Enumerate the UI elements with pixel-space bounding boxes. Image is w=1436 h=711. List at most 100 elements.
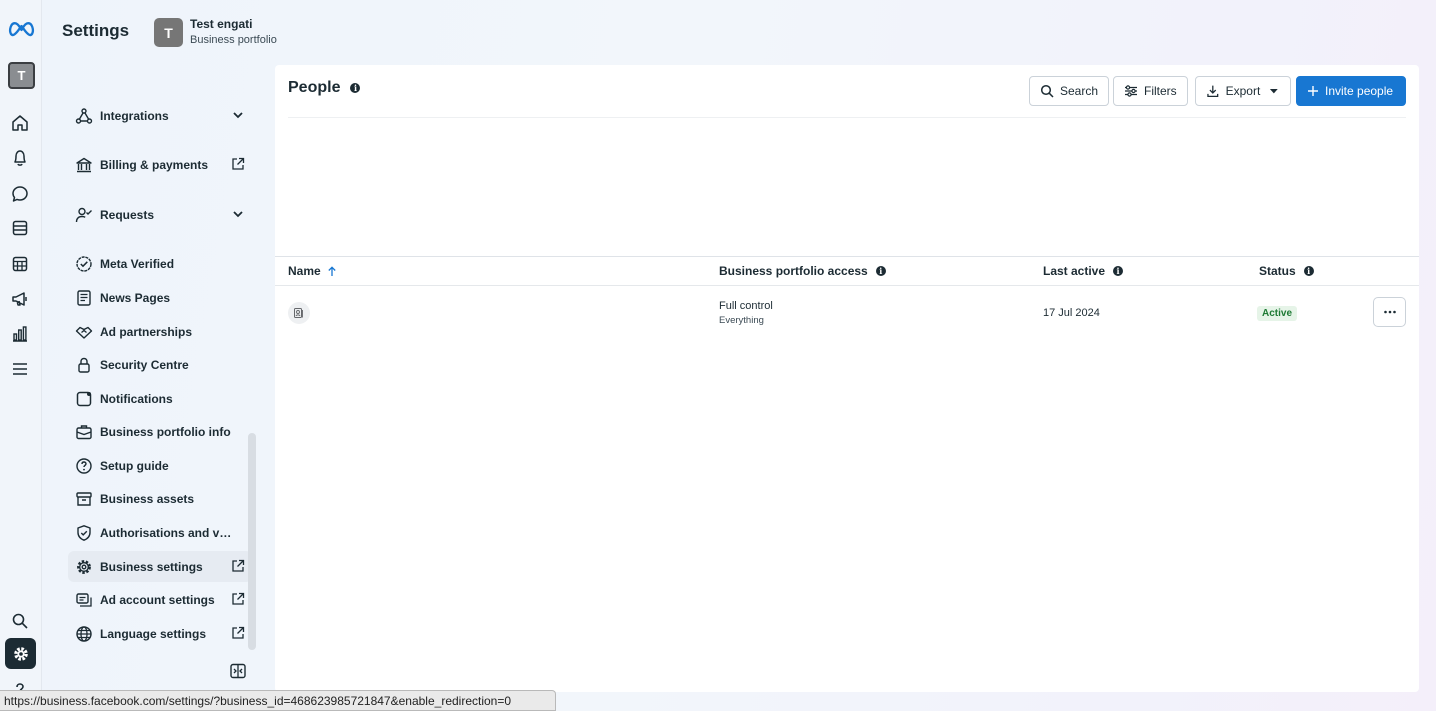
sidebar-item-label: Business assets	[100, 491, 195, 506]
row-more-button[interactable]	[1373, 297, 1406, 327]
status-bar-url: https://business.facebook.com/settings/?…	[0, 690, 556, 711]
sidebar-scrollbar[interactable]	[248, 433, 256, 650]
sidebar-item-label: Language settings	[100, 626, 207, 641]
sidebar-item-requests[interactable]: Requests	[68, 199, 252, 230]
question-circle-icon	[76, 457, 92, 474]
info-icon[interactable]: i	[875, 266, 886, 276]
table-header: Name Business portfolio access i Last ac…	[275, 257, 1419, 286]
sidebar-item-authorisations[interactable]: Authorisations and ver...	[68, 517, 252, 548]
sidebar-item-news-pages[interactable]: News Pages	[68, 282, 252, 313]
sidebar-item-label: Integrations	[100, 108, 169, 123]
sliders-icon	[1125, 85, 1137, 97]
sidebar-item-label: Authorisations and ver...	[100, 525, 238, 540]
portfolio-name[interactable]: Test engati	[190, 17, 252, 31]
sidebar-item-business-portfolio-info[interactable]: Business portfolio info	[68, 416, 252, 447]
sidebar-item-security-centre[interactable]: Security Centre	[68, 349, 252, 380]
chevron-down-icon[interactable]	[230, 206, 246, 222]
people-panel: People i Search Filters Export Invite pe…	[275, 65, 1419, 692]
chat-icon[interactable]	[10, 184, 30, 204]
user-avatar-placeholder-icon	[288, 302, 310, 324]
column-header-label: Status	[1259, 264, 1296, 278]
external-link-icon	[232, 592, 245, 605]
ad-account-icon	[76, 592, 92, 607]
gear-icon	[77, 559, 91, 574]
sidebar-item-setup-guide[interactable]: Setup guide	[68, 450, 252, 481]
chart-icon[interactable]	[10, 324, 30, 344]
column-header-last-active[interactable]: Last active i	[1043, 264, 1124, 278]
gear-icon[interactable]	[5, 638, 36, 669]
sidebar-item-label: Business settings	[100, 559, 203, 574]
sidebar-item-label: Meta Verified	[100, 256, 175, 271]
sidebar-item-label: Setup guide	[100, 458, 169, 473]
collapse-sidebar-icon[interactable]	[229, 662, 247, 680]
notification-square-icon	[76, 391, 92, 406]
invite-people-button[interactable]: Invite people	[1296, 76, 1406, 106]
section-title: People i	[288, 79, 361, 97]
search-button-label: Search	[1060, 84, 1099, 98]
external-link-icon	[232, 157, 245, 170]
column-header-label: Last active	[1043, 264, 1106, 278]
sidebar-item-label: Notifications	[100, 391, 173, 406]
external-link-icon	[232, 559, 245, 572]
bell-icon[interactable]	[10, 148, 30, 168]
sidebar-item-ad-account-settings[interactable]: Ad account settings	[68, 584, 252, 615]
search-button[interactable]: Search	[1029, 76, 1110, 106]
globe-icon	[76, 625, 92, 642]
sidebar-item-integrations[interactable]: Integrations	[68, 100, 252, 131]
verified-badge-icon	[76, 255, 92, 272]
sort-ascending-icon[interactable]	[327, 265, 337, 277]
table-row[interactable]: Full control Everything 17 Jul 2024 Acti…	[275, 287, 1419, 339]
megaphone-icon[interactable]	[10, 289, 30, 309]
portfolio-avatar[interactable]: T	[154, 18, 183, 47]
last-active-date: 17 Jul 2024	[1043, 307, 1100, 319]
archive-box-icon	[76, 491, 92, 506]
filters-button-label: Filters	[1144, 84, 1177, 98]
news-icon	[77, 289, 91, 306]
column-header-label: Name	[288, 264, 321, 278]
briefcase-icon	[76, 424, 92, 439]
people-heading: People	[288, 79, 341, 96]
meta-logo-icon[interactable]	[8, 18, 35, 40]
home-icon[interactable]	[10, 113, 30, 133]
sidebar-item-language-settings[interactable]: Language settings	[68, 618, 252, 649]
sidebar-item-ad-partnerships[interactable]: Ad partnerships	[68, 316, 252, 347]
sidebar-item-label: Requests	[100, 207, 155, 222]
more-dots-icon	[1383, 310, 1396, 314]
column-header-label: Business portfolio access	[719, 264, 868, 278]
handshake-icon	[75, 326, 93, 339]
header-divider	[288, 117, 1406, 118]
chevron-down-icon[interactable]	[230, 107, 246, 123]
pages-icon[interactable]	[10, 218, 30, 238]
portfolio-type: Business portfolio	[190, 34, 277, 46]
sidebar-item-label: Ad partnerships	[100, 324, 193, 339]
menu-icon[interactable]	[10, 359, 30, 379]
person-check-icon	[75, 207, 92, 222]
info-icon[interactable]: i	[1113, 266, 1124, 276]
search-icon	[1040, 84, 1054, 98]
sidebar-item-label: News Pages	[100, 290, 171, 305]
sidebar-item-meta-verified[interactable]: Meta Verified	[68, 248, 252, 279]
info-icon[interactable]: i	[1303, 266, 1314, 276]
sidebar-item-notifications[interactable]: Notifications	[68, 383, 252, 414]
sidebar-item-business-assets[interactable]: Business assets	[68, 483, 252, 514]
page-title: Settings	[62, 21, 130, 40]
invite-people-label: Invite people	[1325, 84, 1394, 98]
caret-down-icon	[1270, 89, 1279, 94]
plus-icon	[1308, 86, 1318, 96]
column-header-access[interactable]: Business portfolio access i	[719, 264, 886, 278]
sidebar-item-label: Business portfolio info	[100, 424, 231, 439]
filters-button[interactable]: Filters	[1113, 76, 1188, 106]
search-icon[interactable]	[10, 611, 30, 631]
column-header-status[interactable]: Status i	[1259, 264, 1314, 278]
info-icon[interactable]: i	[350, 83, 361, 93]
column-header-name[interactable]: Name	[288, 264, 337, 278]
portfolio-avatar-small[interactable]: T	[8, 62, 35, 89]
sidebar-item-billing[interactable]: Billing & payments	[68, 149, 252, 180]
shield-check-icon	[77, 524, 91, 541]
download-icon	[1207, 85, 1219, 97]
integrations-icon	[75, 107, 93, 124]
sidebar-item-business-settings[interactable]: Business settings	[68, 551, 252, 582]
access-detail: Everything	[719, 315, 764, 326]
export-button[interactable]: Export	[1195, 76, 1291, 106]
table-icon[interactable]	[10, 254, 30, 274]
